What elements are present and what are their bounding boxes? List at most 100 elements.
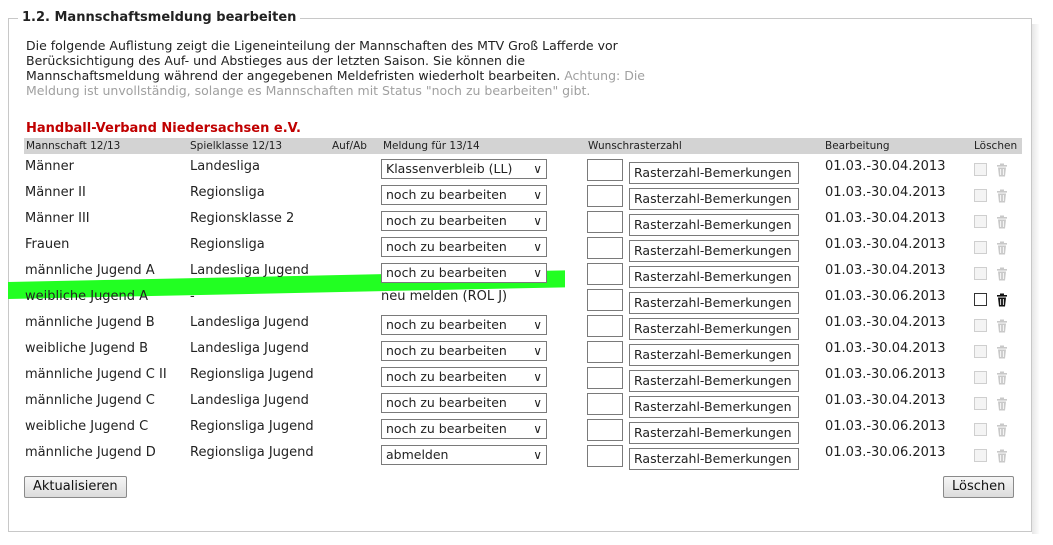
warning-text-a: Achtung: Die bbox=[564, 68, 645, 83]
table-row: männliche Jugend D Regionsliga Jugend abme… bbox=[0, 444, 1053, 470]
raster-remarks-input[interactable]: Rasterzahl-Bemerkungen bbox=[629, 214, 799, 236]
league-name: Regionsklasse 2 bbox=[190, 211, 295, 226]
delete-checkbox bbox=[974, 423, 987, 436]
intro-text: Die folgende Auflistung zeigt die Ligene… bbox=[26, 38, 676, 98]
league-name: Regionsliga bbox=[190, 237, 265, 252]
trash-icon bbox=[997, 241, 1007, 255]
wunschrasterzahl-input[interactable] bbox=[587, 445, 623, 467]
trash-icon[interactable] bbox=[996, 293, 1008, 307]
delete-checkbox bbox=[974, 215, 987, 228]
trash-icon bbox=[997, 371, 1007, 385]
team-name: männliche Jugend B bbox=[25, 315, 155, 330]
raster-remarks-input[interactable]: Rasterzahl-Bemerkungen bbox=[629, 188, 799, 210]
section-title: 1.2. Mannschaftsmeldung bearbeiten bbox=[18, 10, 301, 25]
chevron-down-icon: ∨ bbox=[533, 214, 542, 228]
team-name: männliche Jugend A bbox=[25, 263, 155, 278]
league-name: Regionsliga Jugend bbox=[190, 367, 314, 382]
meldung-value: noch zu bearbeiten bbox=[386, 265, 507, 280]
meldung-select[interactable]: noch zu bearbeiten ∨ bbox=[381, 263, 547, 283]
trash-icon bbox=[997, 397, 1007, 411]
processing-period: 01.03.-30.06.2013 bbox=[825, 289, 946, 304]
team-name: männliche Jugend C II bbox=[25, 367, 167, 382]
delete-checkbox bbox=[974, 189, 987, 202]
delete-button[interactable]: Löschen bbox=[943, 476, 1015, 498]
raster-remarks-input[interactable]: Rasterzahl-Bemerkungen bbox=[629, 370, 799, 392]
delete-checkbox bbox=[974, 163, 987, 176]
wunschrasterzahl-input[interactable] bbox=[587, 393, 623, 415]
meldung-select[interactable]: noch zu bearbeiten ∨ bbox=[381, 237, 547, 257]
meldung-select[interactable]: noch zu bearbeiten ∨ bbox=[381, 393, 547, 413]
team-name: männliche Jugend D bbox=[25, 445, 156, 460]
team-name: weibliche Jugend B bbox=[25, 341, 149, 356]
wunschrasterzahl-input[interactable] bbox=[587, 159, 623, 181]
league-name: Regionsliga Jugend bbox=[190, 445, 314, 460]
meldung-value: noch zu bearbeiten bbox=[386, 343, 507, 358]
meldung-value: abmelden bbox=[386, 447, 449, 462]
wunschrasterzahl-input[interactable] bbox=[587, 289, 623, 311]
meldung-select[interactable]: noch zu bearbeiten ∨ bbox=[381, 341, 547, 361]
league-name: Regionsliga bbox=[190, 185, 265, 200]
meldung-select[interactable]: noch zu bearbeiten ∨ bbox=[381, 367, 547, 387]
table-row: Männer II Regionsliga noch zu bearbeiten ∨ R… bbox=[0, 184, 1053, 210]
meldung-value: noch zu bearbeiten bbox=[386, 421, 507, 436]
meldung-value: noch zu bearbeiten bbox=[386, 213, 507, 228]
col-updown: Auf/Ab bbox=[332, 140, 367, 152]
chevron-down-icon: ∨ bbox=[533, 162, 542, 176]
wunschrasterzahl-input[interactable] bbox=[587, 367, 623, 389]
wunschrasterzahl-input[interactable] bbox=[587, 341, 623, 363]
raster-remarks-input[interactable]: Rasterzahl-Bemerkungen bbox=[629, 240, 799, 262]
delete-checkbox bbox=[974, 397, 987, 410]
raster-remarks-input[interactable]: Rasterzahl-Bemerkungen bbox=[629, 422, 799, 444]
processing-period: 01.03.-30.04.2013 bbox=[825, 237, 946, 252]
meldung-select[interactable]: abmelden ∨ bbox=[381, 445, 547, 465]
meldung-select[interactable]: Klassenverbleib (LL) ∨ bbox=[381, 159, 547, 179]
raster-remarks-input[interactable]: Rasterzahl-Bemerkungen bbox=[629, 318, 799, 340]
wunschrasterzahl-input[interactable] bbox=[587, 211, 623, 233]
meldung-select[interactable]: noch zu bearbeiten ∨ bbox=[381, 315, 547, 335]
table-row: männliche Jugend B Landesliga Jugend noch … bbox=[0, 314, 1053, 340]
wunschrasterzahl-input[interactable] bbox=[587, 185, 623, 207]
raster-remarks-input[interactable]: Rasterzahl-Bemerkungen bbox=[629, 448, 799, 470]
processing-period: 01.03.-30.04.2013 bbox=[825, 315, 946, 330]
wunschrasterzahl-input[interactable] bbox=[587, 237, 623, 259]
chevron-down-icon: ∨ bbox=[533, 396, 542, 410]
raster-remarks-input[interactable]: Rasterzahl-Bemerkungen bbox=[629, 344, 799, 366]
team-name: Männer bbox=[25, 159, 75, 174]
raster-remarks-input[interactable]: Rasterzahl-Bemerkungen bbox=[629, 266, 799, 288]
processing-period: 01.03.-30.04.2013 bbox=[825, 393, 946, 408]
league-name: Landesliga Jugend bbox=[190, 263, 309, 278]
delete-checkbox[interactable] bbox=[974, 293, 987, 306]
col-bearbeitung: Bearbeitung bbox=[825, 140, 890, 152]
wunschrasterzahl-input[interactable] bbox=[587, 315, 623, 337]
update-button[interactable]: Aktualisieren bbox=[24, 476, 127, 498]
delete-checkbox bbox=[974, 345, 987, 358]
raster-remarks-input[interactable]: Rasterzahl-Bemerkungen bbox=[629, 162, 799, 184]
meldung-value: Klassenverbleib (LL) bbox=[386, 161, 513, 176]
league-name: Regionsliga Jugend bbox=[190, 419, 314, 434]
team-name: weibliche Jugend C bbox=[25, 419, 149, 434]
raster-remarks-input[interactable]: Rasterzahl-Bemerkungen bbox=[629, 396, 799, 418]
meldung-static: neu melden (ROL J) bbox=[381, 289, 508, 304]
league-name: Landesliga Jugend bbox=[190, 393, 309, 408]
processing-period: 01.03.-30.06.2013 bbox=[825, 367, 946, 382]
trash-icon bbox=[997, 163, 1007, 177]
meldung-select[interactable]: noch zu bearbeiten ∨ bbox=[381, 419, 547, 439]
meldung-value: noch zu bearbeiten bbox=[386, 317, 507, 332]
chevron-down-icon: ∨ bbox=[533, 188, 542, 202]
meldung-select[interactable]: noch zu bearbeiten ∨ bbox=[381, 185, 547, 205]
wunschrasterzahl-input[interactable] bbox=[587, 263, 623, 285]
table-row: weibliche Jugend B Landesliga Jugend noch … bbox=[0, 340, 1053, 366]
warning-text-b: Meldung ist unvollständig, solange es Ma… bbox=[26, 83, 591, 98]
trash-icon bbox=[997, 215, 1007, 229]
intro-line-2: Berücksichtigung des Auf- und Abstieges … bbox=[26, 53, 526, 68]
wunschrasterzahl-input[interactable] bbox=[587, 419, 623, 441]
col-league: Spielklasse 12/13 bbox=[190, 140, 283, 152]
trash-icon bbox=[997, 423, 1007, 437]
table-row: Männer Landesliga Klassenverbleib (LL) ∨ Ras… bbox=[0, 158, 1053, 184]
meldung-value: noch zu bearbeiten bbox=[386, 395, 507, 410]
processing-period: 01.03.-30.06.2013 bbox=[825, 419, 946, 434]
team-name: Männer II bbox=[25, 185, 86, 200]
raster-remarks-input[interactable]: Rasterzahl-Bemerkungen bbox=[629, 292, 799, 314]
meldung-select[interactable]: noch zu bearbeiten ∨ bbox=[381, 211, 547, 231]
trash-icon bbox=[997, 449, 1007, 463]
